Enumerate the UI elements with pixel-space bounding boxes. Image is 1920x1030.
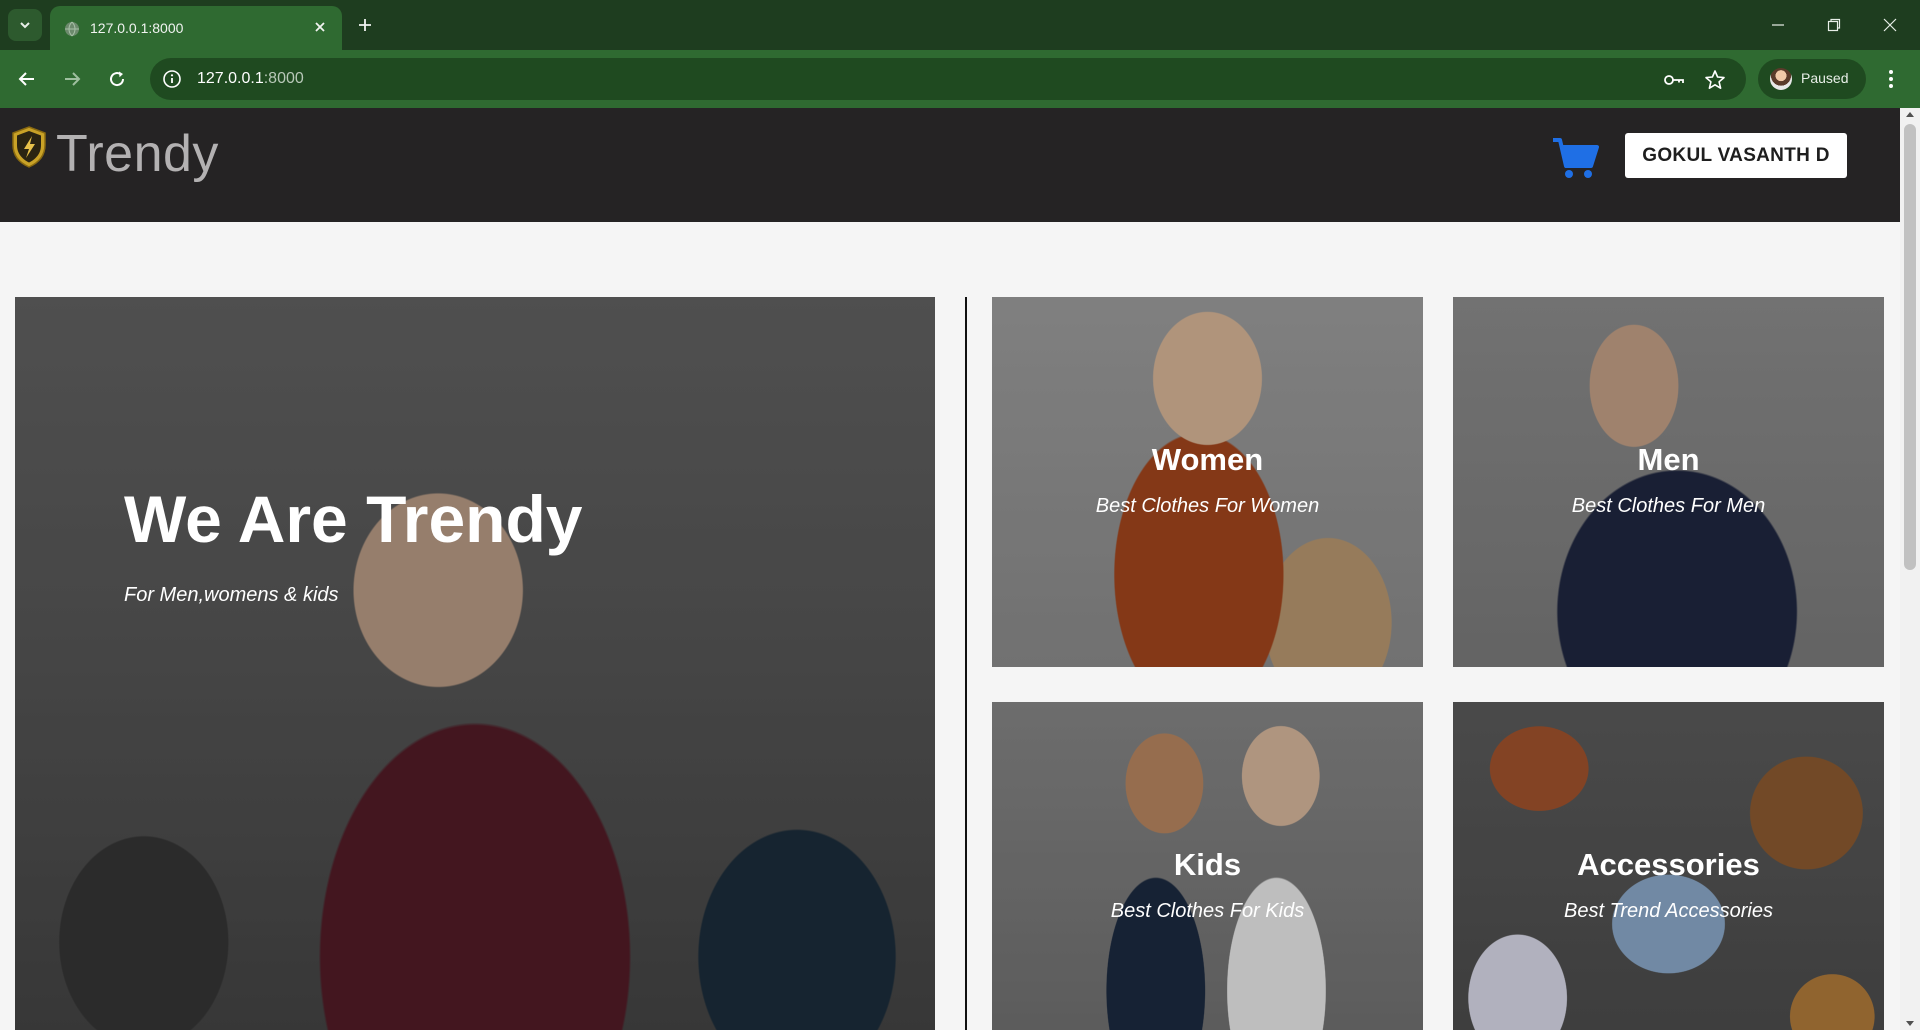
category-image <box>1453 297 1884 667</box>
address-bar[interactable]: 127.0.0.1:8000 <box>150 58 1746 100</box>
scroll-down-arrow-icon[interactable] <box>1906 1021 1914 1026</box>
vertical-divider <box>965 297 967 1030</box>
scroll-up-arrow-icon[interactable] <box>1906 112 1914 117</box>
category-title: Men <box>1637 442 1700 477</box>
profile-status-label: Paused <box>1801 70 1849 86</box>
arrow-left-icon <box>18 72 34 86</box>
hero-title: We Are Trendy <box>124 482 583 556</box>
category-card-men[interactable]: Men Best Clothes For Men <box>1453 297 1884 667</box>
category-subtitle: Best Clothes For Kids <box>1110 900 1305 922</box>
url-host: 127.0.0.1 <box>197 70 264 87</box>
reload-icon <box>110 71 125 87</box>
close-icon <box>315 22 325 32</box>
page-scrollbar[interactable] <box>1900 108 1920 1030</box>
minimize-icon <box>1772 24 1784 26</box>
globe-icon <box>65 21 79 37</box>
restore-button[interactable] <box>1806 0 1862 50</box>
key-icon <box>1664 75 1684 85</box>
category-title: Women <box>1151 442 1264 477</box>
category-image <box>992 297 1423 667</box>
category-subtitle: Best Clothes For Women <box>1095 495 1320 517</box>
tab-close-button[interactable] <box>310 17 330 37</box>
new-tab-button[interactable] <box>352 12 378 38</box>
user-account-button[interactable]: GOKUL VASANTH D <box>1625 133 1847 178</box>
chevron-down-icon <box>20 22 30 29</box>
category-card-women[interactable]: Women Best Clothes For Women <box>992 297 1423 667</box>
star-icon <box>1705 70 1725 89</box>
category-subtitle: Best Trend Accessories <box>1564 900 1773 922</box>
browser-menu-button[interactable] <box>1876 64 1906 94</box>
scrollbar-thumb[interactable] <box>1904 124 1916 570</box>
kebab-menu-icon <box>1889 70 1893 88</box>
password-manager-button[interactable] <box>1662 68 1686 92</box>
cart-icon[interactable] <box>1551 136 1599 180</box>
hero-banner: We Are Trendy For Men,womens & kids <box>15 297 935 1030</box>
category-title: Accessories <box>1577 847 1760 882</box>
url-port: :8000 <box>263 70 304 87</box>
minimize-button[interactable] <box>1750 0 1806 50</box>
close-icon <box>1883 18 1897 32</box>
shield-logo-icon[interactable] <box>10 125 48 169</box>
hero-subtitle: For Men,womens & kids <box>124 584 339 606</box>
back-button[interactable] <box>12 64 42 94</box>
category-card-kids[interactable]: Kids Best Clothes For Kids <box>992 702 1423 1030</box>
bookmark-button[interactable] <box>1703 68 1727 92</box>
browser-toolbar: 127.0.0.1:8000 Paused <box>0 50 1920 108</box>
site-header: Trendy GOKUL VASANTH D <box>0 108 1900 222</box>
tab-search-button[interactable] <box>8 9 42 41</box>
category-subtitle: Best Clothes For Men <box>1571 495 1766 517</box>
page-viewport: Trendy GOKUL VASANTH D We Are Trendy For… <box>0 108 1900 1030</box>
arrow-right-icon <box>65 72 81 86</box>
window-close-button[interactable] <box>1862 0 1918 50</box>
avatar <box>1770 68 1792 90</box>
browser-tabstrip: 127.0.0.1:8000 <box>0 0 1920 50</box>
forward-button[interactable] <box>57 64 87 94</box>
tab-title: 127.0.0.1:8000 <box>90 20 184 36</box>
url-text[interactable]: 127.0.0.1:8000 <box>197 70 304 88</box>
browser-tab-active[interactable]: 127.0.0.1:8000 <box>50 6 342 50</box>
reload-button[interactable] <box>102 64 132 94</box>
profile-button[interactable]: Paused <box>1758 59 1866 99</box>
restore-icon <box>1827 18 1841 32</box>
info-icon[interactable] <box>162 69 182 89</box>
category-card-accessories[interactable]: Accessories Best Trend Accessories <box>1453 702 1884 1030</box>
plus-icon <box>359 19 371 31</box>
hero-image <box>15 297 935 1030</box>
logo-text[interactable]: Trendy <box>56 124 219 184</box>
category-title: Kids <box>1173 847 1242 882</box>
